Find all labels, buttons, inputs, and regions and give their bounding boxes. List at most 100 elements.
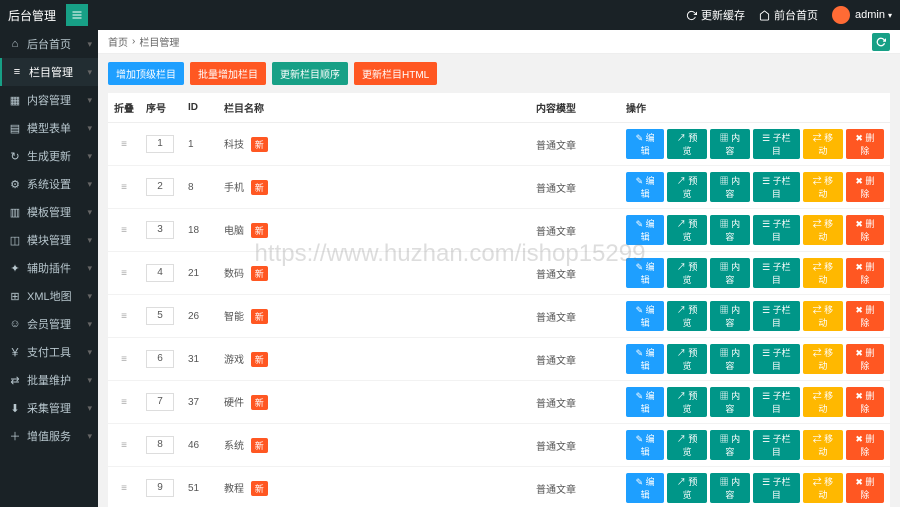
sub-button[interactable]: ☰ 子栏目 xyxy=(753,473,800,503)
drag-handle[interactable]: ≡ xyxy=(108,166,140,209)
content-button[interactable]: ▦ 内容 xyxy=(710,258,750,288)
content-button[interactable]: ▦ 内容 xyxy=(710,172,750,202)
content-button[interactable]: ▦ 内容 xyxy=(710,430,750,460)
preview-button[interactable]: ↗ 预览 xyxy=(667,344,707,374)
order-input[interactable]: 1 xyxy=(146,135,174,153)
move-button[interactable]: ⇄ 移动 xyxy=(803,430,843,460)
delete-button[interactable]: ✖ 删除 xyxy=(846,473,884,503)
edit-button[interactable]: ✎ 编辑 xyxy=(626,344,664,374)
sidebar-item-3[interactable]: ▤模型表单▾ xyxy=(0,114,98,142)
sidebar-item-14[interactable]: ＋增值服务▾ xyxy=(0,422,98,450)
user-menu[interactable]: admin ▾ xyxy=(832,6,892,24)
edit-button[interactable]: ✎ 编辑 xyxy=(626,215,664,245)
frontend-link[interactable]: 前台首页 xyxy=(759,7,818,23)
edit-button[interactable]: ✎ 编辑 xyxy=(626,301,664,331)
edit-button[interactable]: ✎ 编辑 xyxy=(626,473,664,503)
sidebar-item-11[interactable]: ￥支付工具▾ xyxy=(0,338,98,366)
preview-button[interactable]: ↗ 预览 xyxy=(667,129,707,159)
sidebar-item-0[interactable]: ⌂后台首页▾ xyxy=(0,30,98,58)
breadcrumb-home[interactable]: 首页 xyxy=(108,34,128,49)
drag-handle[interactable]: ≡ xyxy=(108,338,140,381)
edit-button[interactable]: ✎ 编辑 xyxy=(626,129,664,159)
sidebar-item-6[interactable]: ▥模板管理▾ xyxy=(0,198,98,226)
move-button[interactable]: ⇄ 移动 xyxy=(803,344,843,374)
sub-button[interactable]: ☰ 子栏目 xyxy=(753,258,800,288)
move-button[interactable]: ⇄ 移动 xyxy=(803,473,843,503)
content-button[interactable]: ▦ 内容 xyxy=(710,387,750,417)
order-input[interactable]: 5 xyxy=(146,307,174,325)
order-input[interactable]: 2 xyxy=(146,178,174,196)
sidebar-item-7[interactable]: ◫模块管理▾ xyxy=(0,226,98,254)
sub-button[interactable]: ☰ 子栏目 xyxy=(753,387,800,417)
delete-button[interactable]: ✖ 删除 xyxy=(846,344,884,374)
content-button[interactable]: ▦ 内容 xyxy=(710,129,750,159)
sidebar-item-13[interactable]: ⬇采集管理▾ xyxy=(0,394,98,422)
update-html-button[interactable]: 更新栏目HTML xyxy=(354,62,437,85)
sub-button[interactable]: ☰ 子栏目 xyxy=(753,301,800,331)
preview-button[interactable]: ↗ 预览 xyxy=(667,430,707,460)
drag-handle[interactable]: ≡ xyxy=(108,424,140,467)
move-button[interactable]: ⇄ 移动 xyxy=(803,301,843,331)
drag-handle[interactable]: ≡ xyxy=(108,381,140,424)
content-button[interactable]: ▦ 内容 xyxy=(710,215,750,245)
sidebar-item-2[interactable]: ▦内容管理▾ xyxy=(0,86,98,114)
drag-handle[interactable]: ≡ xyxy=(108,123,140,166)
sub-button[interactable]: ☰ 子栏目 xyxy=(753,344,800,374)
list-icon: ≡ xyxy=(10,66,24,78)
sidebar-item-5[interactable]: ⚙系统设置▾ xyxy=(0,170,98,198)
preview-button[interactable]: ↗ 预览 xyxy=(667,301,707,331)
order-input[interactable]: 6 xyxy=(146,350,174,368)
sidebar-toggle-button[interactable] xyxy=(66,4,88,26)
edit-button[interactable]: ✎ 编辑 xyxy=(626,387,664,417)
delete-button[interactable]: ✖ 删除 xyxy=(846,172,884,202)
sub-button[interactable]: ☰ 子栏目 xyxy=(753,215,800,245)
sidebar-item-12[interactable]: ⇄批量维护▾ xyxy=(0,366,98,394)
move-button[interactable]: ⇄ 移动 xyxy=(803,129,843,159)
order-input[interactable]: 4 xyxy=(146,264,174,282)
update-order-button[interactable]: 更新栏目顺序 xyxy=(272,62,348,85)
move-button[interactable]: ⇄ 移动 xyxy=(803,215,843,245)
sidebar-item-4[interactable]: ↻生成更新▾ xyxy=(0,142,98,170)
delete-button[interactable]: ✖ 删除 xyxy=(846,258,884,288)
move-button[interactable]: ⇄ 移动 xyxy=(803,172,843,202)
drag-handle[interactable]: ≡ xyxy=(108,209,140,252)
move-button[interactable]: ⇄ 移动 xyxy=(803,387,843,417)
sidebar-item-10[interactable]: ☺会员管理▾ xyxy=(0,310,98,338)
move-button[interactable]: ⇄ 移动 xyxy=(803,258,843,288)
order-input[interactable]: 7 xyxy=(146,393,174,411)
content-button[interactable]: ▦ 内容 xyxy=(710,473,750,503)
drag-handle[interactable]: ≡ xyxy=(108,252,140,295)
preview-button[interactable]: ↗ 预览 xyxy=(667,258,707,288)
refresh-cache-link[interactable]: 更新缓存 xyxy=(686,7,745,23)
edit-button[interactable]: ✎ 编辑 xyxy=(626,430,664,460)
drag-handle[interactable]: ≡ xyxy=(108,467,140,507)
delete-button[interactable]: ✖ 删除 xyxy=(846,430,884,460)
sidebar-item-label: 系统设置 xyxy=(27,176,71,192)
preview-button[interactable]: ↗ 预览 xyxy=(667,215,707,245)
preview-button[interactable]: ↗ 预览 xyxy=(667,172,707,202)
add-top-category-button[interactable]: 增加顶级栏目 xyxy=(108,62,184,85)
sub-button[interactable]: ☰ 子栏目 xyxy=(753,172,800,202)
edit-button[interactable]: ✎ 编辑 xyxy=(626,258,664,288)
drag-handle[interactable]: ≡ xyxy=(108,295,140,338)
sub-button[interactable]: ☰ 子栏目 xyxy=(753,430,800,460)
sidebar-item-1[interactable]: ≡栏目管理▾ xyxy=(0,58,98,86)
sidebar-item-9[interactable]: ⊞XML地图▾ xyxy=(0,282,98,310)
delete-button[interactable]: ✖ 删除 xyxy=(846,215,884,245)
delete-button[interactable]: ✖ 删除 xyxy=(846,301,884,331)
content-button[interactable]: ▦ 内容 xyxy=(710,301,750,331)
edit-button[interactable]: ✎ 编辑 xyxy=(626,172,664,202)
content-button[interactable]: ▦ 内容 xyxy=(710,344,750,374)
batch-add-button[interactable]: 批量增加栏目 xyxy=(190,62,266,85)
refresh-icon xyxy=(876,37,886,47)
delete-button[interactable]: ✖ 删除 xyxy=(846,129,884,159)
preview-button[interactable]: ↗ 预览 xyxy=(667,473,707,503)
sub-button[interactable]: ☰ 子栏目 xyxy=(753,129,800,159)
preview-button[interactable]: ↗ 预览 xyxy=(667,387,707,417)
order-input[interactable]: 3 xyxy=(146,221,174,239)
order-input[interactable]: 8 xyxy=(146,436,174,454)
delete-button[interactable]: ✖ 删除 xyxy=(846,387,884,417)
order-input[interactable]: 9 xyxy=(146,479,174,497)
refresh-button[interactable] xyxy=(872,33,890,51)
sidebar-item-8[interactable]: ✦辅助插件▾ xyxy=(0,254,98,282)
